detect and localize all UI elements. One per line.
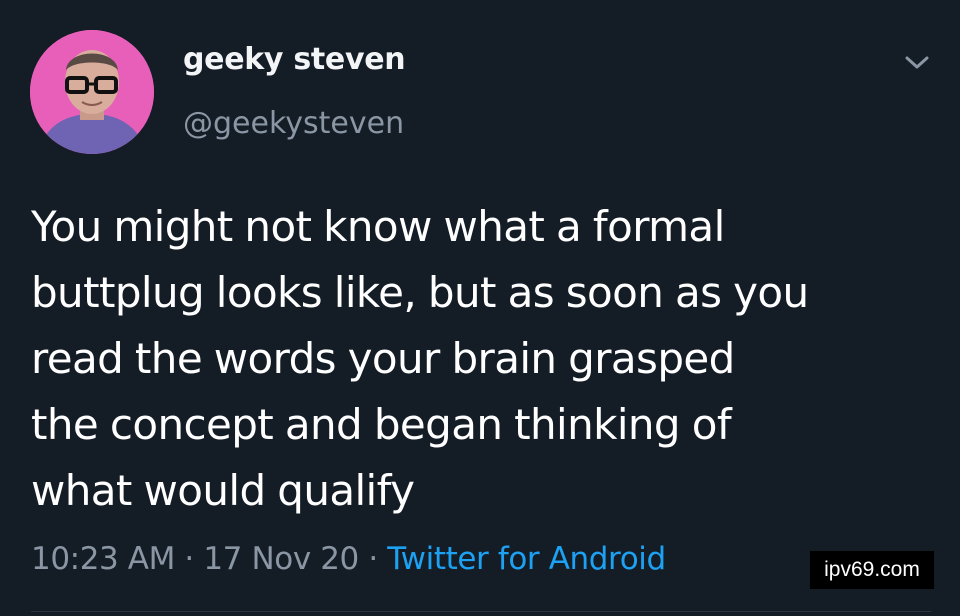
avatar[interactable]: [30, 30, 154, 154]
divider: [31, 611, 931, 612]
meta-separator: ·: [368, 541, 378, 577]
tweet-text-line: You might not know what a formal: [31, 202, 725, 251]
display-name[interactable]: geeky steven: [183, 42, 406, 77]
tweet-time[interactable]: 10:23 AM: [31, 541, 175, 577]
tweet-text-line: buttplug looks like, but as soon as you: [31, 268, 809, 317]
tweet-text-line: read the words your brain grasped: [31, 334, 735, 383]
tweet-card: geeky steven @geekysteven You might not …: [0, 0, 960, 616]
tweet-text: You might not know what a formal buttplu…: [31, 194, 941, 524]
tweet-text-line: what would qualify: [31, 466, 415, 515]
watermark: ipv69.com: [810, 551, 934, 589]
chevron-down-icon[interactable]: [900, 50, 934, 76]
meta-separator: ·: [184, 541, 194, 577]
tweet-source-link[interactable]: Twitter for Android: [387, 541, 666, 577]
user-handle[interactable]: @geekysteven: [183, 106, 404, 141]
tweet-text-line: the concept and began thinking of: [31, 400, 732, 449]
avatar-image: [30, 30, 154, 154]
tweet-meta: 10:23 AM · 17 Nov 20 · Twitter for Andro…: [31, 541, 666, 577]
tweet-date[interactable]: 17 Nov 20: [203, 541, 359, 577]
